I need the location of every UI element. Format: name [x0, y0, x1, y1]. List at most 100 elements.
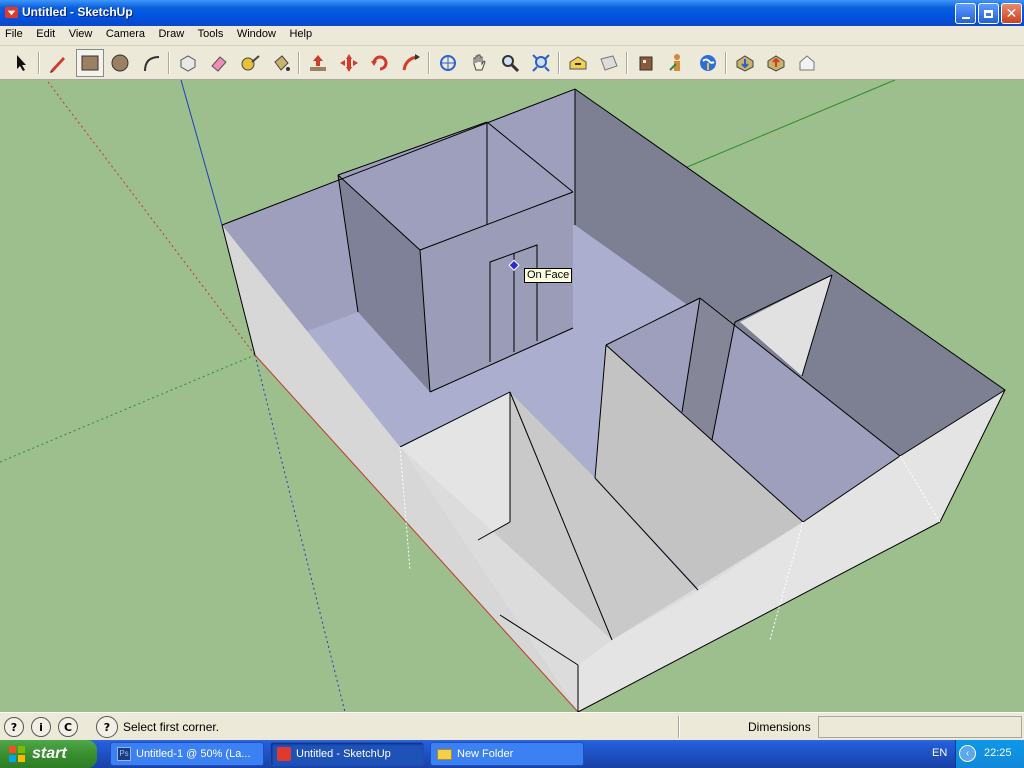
close-button[interactable]: ✕ [1001, 3, 1022, 24]
geo-location-icon[interactable]: ? [4, 717, 24, 737]
globe-icon [700, 55, 716, 71]
task-label: Untitled-1 @ 50% (La... [136, 748, 251, 760]
magnifier-icon [502, 55, 520, 73]
iso-view-button[interactable] [564, 49, 592, 77]
toolbar-separator [168, 52, 170, 74]
start-label: start [32, 745, 67, 762]
person-icon [669, 54, 680, 71]
instructor-help-icon[interactable]: ? [96, 716, 118, 738]
tape-measure-icon [241, 55, 260, 71]
green-axis-solid [679, 80, 896, 171]
components-button[interactable] [632, 49, 660, 77]
menu-camera[interactable]: Camera [101, 26, 150, 42]
toolbar-separator [298, 52, 300, 74]
status-bar: ? i C ? Select first corner. Dimensions [0, 712, 1024, 740]
menu-window[interactable]: Window [232, 26, 281, 42]
follow-me-tool-button[interactable] [397, 49, 425, 77]
paint-bucket-tool-button[interactable] [267, 49, 295, 77]
copyright-icon[interactable]: C [58, 717, 78, 737]
move-arrows-icon [340, 54, 358, 72]
task-sketchup[interactable]: Untitled - SketchUp [270, 742, 424, 766]
toolbar-separator [626, 52, 628, 74]
menu-file[interactable]: File [0, 26, 28, 42]
start-button[interactable]: start [0, 740, 97, 768]
task-new-folder[interactable]: New Folder [430, 742, 584, 766]
arc-tool-button[interactable] [137, 49, 165, 77]
push-pull-tool-button[interactable] [304, 49, 332, 77]
status-separator [678, 716, 680, 738]
push-pull-icon [310, 55, 326, 71]
pencil-icon [50, 57, 65, 73]
sketchup-icon [277, 747, 291, 761]
tray-expand-icon[interactable]: ‹ [959, 745, 976, 762]
dimensions-input[interactable] [818, 716, 1022, 738]
top-view-icon [600, 55, 618, 71]
rectangle-icon [81, 55, 99, 71]
component-cube-icon [180, 55, 196, 72]
task-label: Untitled - SketchUp [296, 748, 391, 760]
status-message: Select first corner. [123, 720, 220, 734]
system-tray: ‹ 22:25 [955, 740, 1024, 768]
person-button[interactable] [663, 49, 691, 77]
get-models-icon [736, 55, 754, 72]
tape-measure-tool-button[interactable] [236, 49, 264, 77]
folder-icon [437, 748, 452, 760]
zoom-tool-button[interactable] [496, 49, 524, 77]
menu-help[interactable]: Help [284, 26, 317, 42]
make-component-button[interactable] [174, 49, 202, 77]
select-tool-button[interactable] [7, 49, 35, 77]
drawing-viewport[interactable]: On Face [0, 80, 1024, 712]
arc-icon [144, 56, 160, 72]
orbit-tool-button[interactable] [434, 49, 462, 77]
window-title: Untitled - SketchUp [22, 5, 133, 19]
photoshop-icon: Ps [117, 747, 131, 761]
credits-icon[interactable]: i [31, 717, 51, 737]
task-label: New Folder [457, 748, 514, 760]
title-bar: Untitled - SketchUp ✕ [0, 0, 1024, 26]
follow-me-icon [402, 54, 420, 71]
building-icon [639, 56, 653, 71]
circle-icon [111, 54, 129, 72]
toolbar-separator [558, 52, 560, 74]
front-view-button[interactable] [793, 49, 821, 77]
hand-icon [473, 54, 486, 71]
inference-tooltip: On Face [524, 268, 573, 283]
red-axis-dotted [47, 81, 256, 356]
rotate-icon [371, 55, 388, 71]
top-view-button[interactable] [595, 49, 623, 77]
toolbar-separator [725, 52, 727, 74]
minimize-icon [961, 16, 970, 19]
get-models-button[interactable] [731, 49, 759, 77]
toolbar-separator [38, 52, 40, 74]
move-tool-button[interactable] [335, 49, 363, 77]
windows-flag-icon [9, 746, 25, 762]
dimensions-label: Dimensions [748, 720, 811, 734]
zoom-extents-button[interactable] [527, 49, 555, 77]
task-photoshop[interactable]: Ps Untitled-1 @ 50% (La... [110, 742, 264, 766]
model-scene [0, 80, 1006, 712]
share-model-button[interactable] [762, 49, 790, 77]
house-iso-icon [569, 56, 587, 70]
circle-tool-button[interactable] [106, 49, 134, 77]
menu-draw[interactable]: Draw [153, 26, 189, 42]
taskbar: start Ps Untitled-1 @ 50% (La... Untitle… [0, 740, 1024, 768]
menu-view[interactable]: View [64, 26, 98, 42]
clock[interactable]: 22:25 [984, 747, 1012, 759]
restore-button[interactable] [978, 3, 999, 24]
menu-tools[interactable]: Tools [193, 26, 229, 42]
rectangle-tool-button[interactable] [76, 49, 104, 77]
pan-tool-button[interactable] [465, 49, 493, 77]
rotate-tool-button[interactable] [366, 49, 394, 77]
menu-edit[interactable]: Edit [31, 26, 60, 42]
orbit-icon [440, 55, 456, 71]
house-front-icon [799, 55, 815, 71]
google-earth-button[interactable] [694, 49, 722, 77]
pencil-tool-button[interactable] [44, 49, 72, 77]
eraser-tool-button[interactable] [205, 49, 233, 77]
minimize-button[interactable] [955, 3, 976, 24]
restore-icon [984, 9, 993, 18]
select-arrow-icon [17, 55, 26, 71]
zoom-extents-icon [532, 54, 550, 72]
eraser-icon [211, 56, 227, 72]
language-indicator[interactable]: EN [932, 747, 947, 759]
